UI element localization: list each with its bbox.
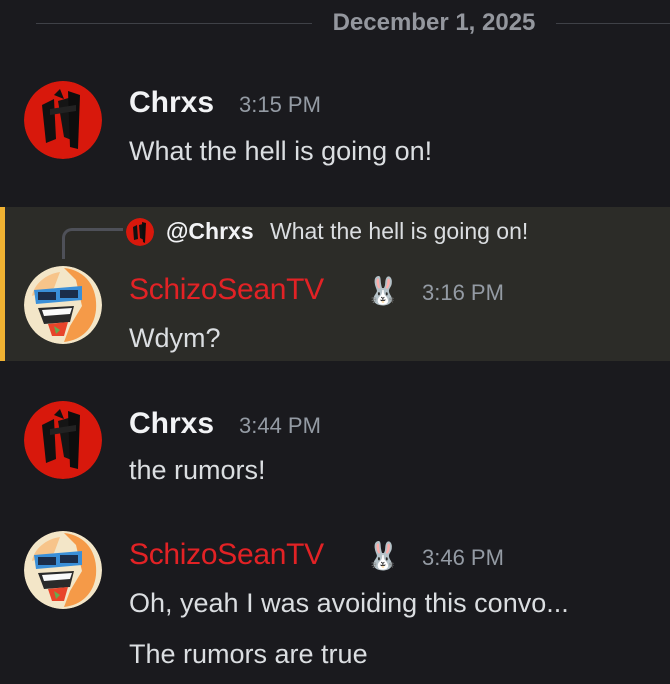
message-text: What the hell is going on! xyxy=(129,136,433,166)
message-text: the rumors! xyxy=(129,455,266,485)
message-text: The rumors are true xyxy=(129,639,368,669)
date-divider: December 1, 2025 xyxy=(0,8,670,38)
rabbit-badge-icon: 🐰 xyxy=(366,276,400,306)
message-author[interactable]: Chrxs xyxy=(129,405,214,443)
schizosean-avatar-icon xyxy=(24,266,102,344)
message-timestamp: 3:15 PM xyxy=(239,92,321,117)
avatar[interactable] xyxy=(24,531,102,609)
message-text: Oh, yeah I was avoiding this convo... xyxy=(129,588,569,618)
avatar[interactable] xyxy=(24,401,102,479)
reply-spine xyxy=(62,228,123,259)
reply-avatar xyxy=(126,218,154,246)
divider-line-right xyxy=(556,23,670,24)
message-author[interactable]: SchizoSeanTV xyxy=(129,271,324,309)
chrxs-avatar-icon xyxy=(24,81,102,159)
message-author[interactable]: Chrxs xyxy=(129,84,214,122)
divider-date: December 1, 2025 xyxy=(332,9,536,36)
reply-mention[interactable]: @Chrxs xyxy=(166,216,254,246)
message-text: Wdym? xyxy=(129,323,221,353)
divider-line-left xyxy=(36,23,312,24)
reply-text: What the hell is going on! xyxy=(270,218,529,244)
message-author[interactable]: SchizoSeanTV xyxy=(129,536,324,574)
message-timestamp: 3:44 PM xyxy=(239,413,321,438)
chrxs-avatar-icon xyxy=(24,401,102,479)
avatar[interactable] xyxy=(24,266,102,344)
rabbit-badge-icon: 🐰 xyxy=(366,541,400,571)
highlight-bar xyxy=(0,207,5,361)
chrxs-mini-avatar-icon xyxy=(126,218,154,246)
schizosean-avatar-icon xyxy=(24,531,102,609)
avatar[interactable] xyxy=(24,81,102,159)
message-timestamp: 3:46 PM xyxy=(422,545,504,570)
message-timestamp: 3:16 PM xyxy=(422,280,504,305)
